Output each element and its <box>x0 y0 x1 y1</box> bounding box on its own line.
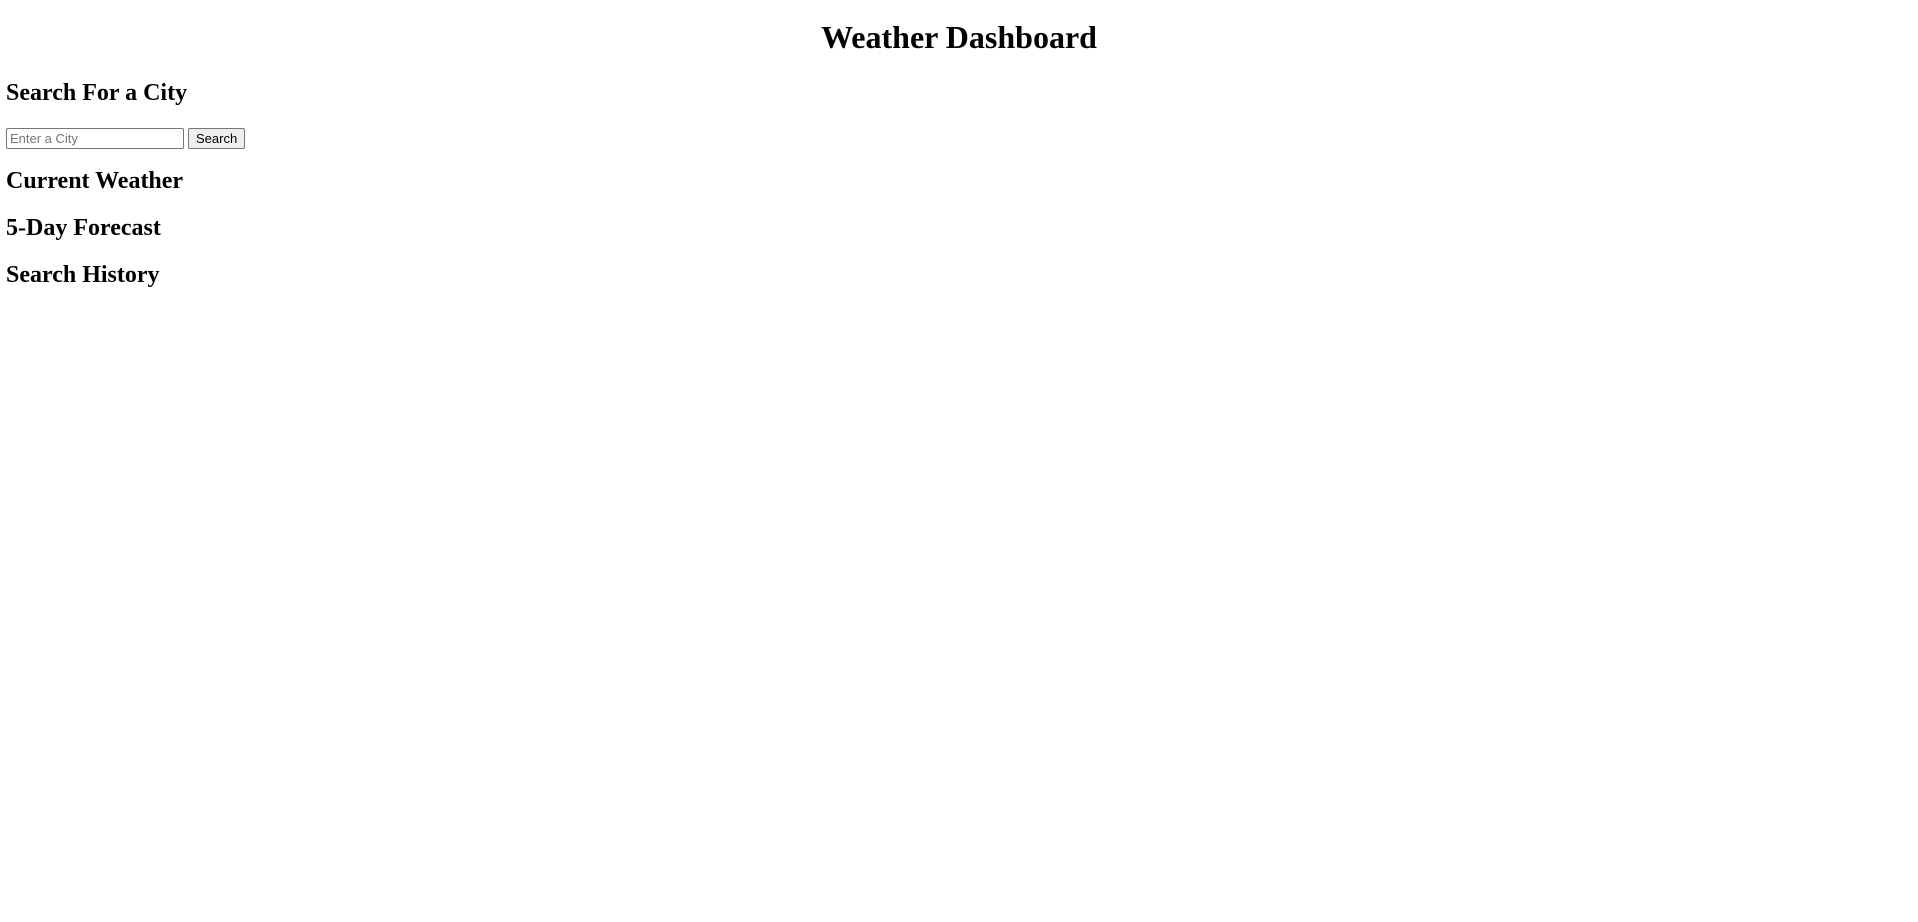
city-search-input[interactable] <box>6 127 184 149</box>
page-title: Weather Dashboard <box>821 19 1097 55</box>
search-history-heading: Search History <box>6 262 160 288</box>
search-section-heading: Search For a City <box>6 80 188 106</box>
weather-dashboard-page: Weather Dashboard Search For a City Sear… <box>0 0 1918 922</box>
current-weather-heading: Current Weather <box>6 168 184 194</box>
forecast-heading: 5-Day Forecast <box>6 215 161 241</box>
search-button[interactable]: Search <box>188 127 246 149</box>
search-form: Search <box>6 127 246 149</box>
